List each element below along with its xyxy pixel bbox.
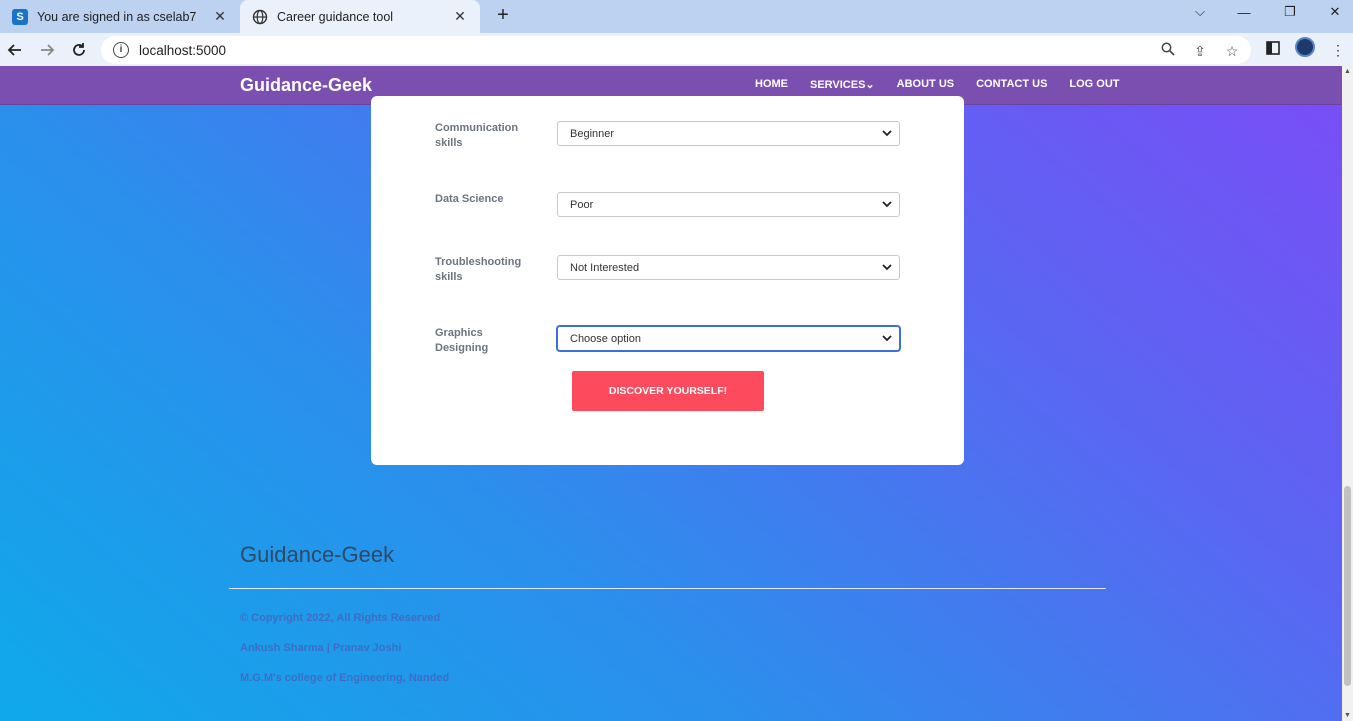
nav-services[interactable]: SERVICES⌄ [810, 78, 875, 91]
field-label: Graphics Designing [435, 327, 489, 354]
browser-tab-2[interactable]: Career guidance tool ✕ [240, 0, 480, 33]
menu-kebab-icon[interactable]: ⋮ [1329, 41, 1347, 59]
page-scrollbar[interactable]: ▲ ▼ [1342, 66, 1353, 721]
nav-contact-us[interactable]: CONTACT US [976, 78, 1047, 91]
select-value: Choose option [570, 332, 641, 345]
browser-tab-1[interactable]: S You are signed in as cselab7 ✕ [0, 0, 240, 33]
field-label: Troubleshooting skills [435, 256, 522, 283]
side-panel-icon[interactable] [1264, 41, 1282, 59]
tab-title: You are signed in as cselab7 [37, 9, 197, 24]
restore-icon[interactable]: ❐ [1267, 0, 1313, 24]
share-icon[interactable]: ⇪ [1191, 42, 1209, 60]
discover-yourself-button[interactable]: DISCOVER YOURSELF! [572, 371, 764, 411]
favicon-s-icon: S [12, 8, 28, 25]
chevron-down-icon [882, 264, 892, 271]
chevron-down-icon [882, 201, 892, 208]
assessment-form-card: Communication skills Beginner Data Scien… [371, 96, 964, 465]
chevron-down-icon [882, 335, 892, 342]
tab-title: Career guidance tool [277, 9, 394, 24]
back-icon[interactable] [3, 38, 27, 62]
nav-log-out[interactable]: LOG OUT [1069, 78, 1119, 91]
close-window-icon[interactable]: ✕ [1312, 0, 1353, 24]
field-label: Data Science [435, 193, 504, 205]
nav-links: HOME SERVICES⌄ ABOUT US CONTACT US LOG O… [755, 78, 1120, 91]
profile-avatar[interactable] [1295, 37, 1315, 57]
bookmark-star-icon[interactable]: ☆ [1223, 42, 1241, 60]
minimize-icon[interactable]: — [1221, 0, 1267, 24]
reload-icon[interactable] [67, 38, 91, 62]
site-brand[interactable]: Guidance-Geek [240, 75, 372, 96]
close-tab-icon[interactable]: ✕ [208, 8, 232, 25]
globe-icon [252, 9, 268, 25]
zoom-icon[interactable] [1159, 42, 1177, 60]
new-tab-icon[interactable]: + [490, 2, 516, 28]
footer-divider [229, 588, 1106, 589]
chevron-down-icon [882, 130, 892, 137]
footer-brand: Guidance-Geek [240, 542, 395, 567]
nav-home[interactable]: HOME [755, 78, 788, 91]
browser-toolbar: i localhost:5000 ⇪ ☆ ⋮ [0, 33, 1353, 66]
footer-authors: Ankush Sharma | Pranav Joshi [240, 642, 402, 654]
communication-skills-select[interactable]: Beginner [557, 121, 900, 146]
site-info-icon[interactable]: i [113, 42, 129, 58]
browser-tab-bar: S You are signed in as cselab7 ✕ Career … [0, 0, 1353, 33]
data-science-select[interactable]: Poor [557, 192, 900, 217]
tab-search-icon[interactable]: ⌵ [1177, 0, 1223, 24]
nav-about-us[interactable]: ABOUT US [897, 78, 954, 91]
page-viewport: Guidance-Geek HOME SERVICES⌄ ABOUT US CO… [0, 66, 1342, 721]
footer-college: M.G.M's college of Engineering, Nanded [240, 672, 450, 684]
field-label: Communication skills [435, 122, 519, 149]
graphics-designing-select[interactable]: Choose option [557, 326, 900, 351]
close-tab-icon[interactable]: ✕ [448, 8, 472, 25]
url-text: localhost:5000 [139, 42, 227, 58]
scroll-down-icon[interactable]: ▼ [1342, 712, 1353, 719]
forward-icon[interactable] [35, 38, 59, 62]
troubleshooting-skills-select[interactable]: Not Interested [557, 255, 900, 280]
address-bar[interactable]: i localhost:5000 ⇪ ☆ [101, 36, 1251, 64]
scroll-thumb[interactable] [1344, 486, 1351, 686]
select-value: Not Interested [570, 261, 640, 274]
scroll-up-icon[interactable]: ▲ [1342, 68, 1353, 75]
select-value: Poor [570, 198, 594, 211]
select-value: Beginner [570, 127, 615, 140]
footer-copyright: © Copyright 2022, All Rights Reserved [240, 612, 441, 624]
